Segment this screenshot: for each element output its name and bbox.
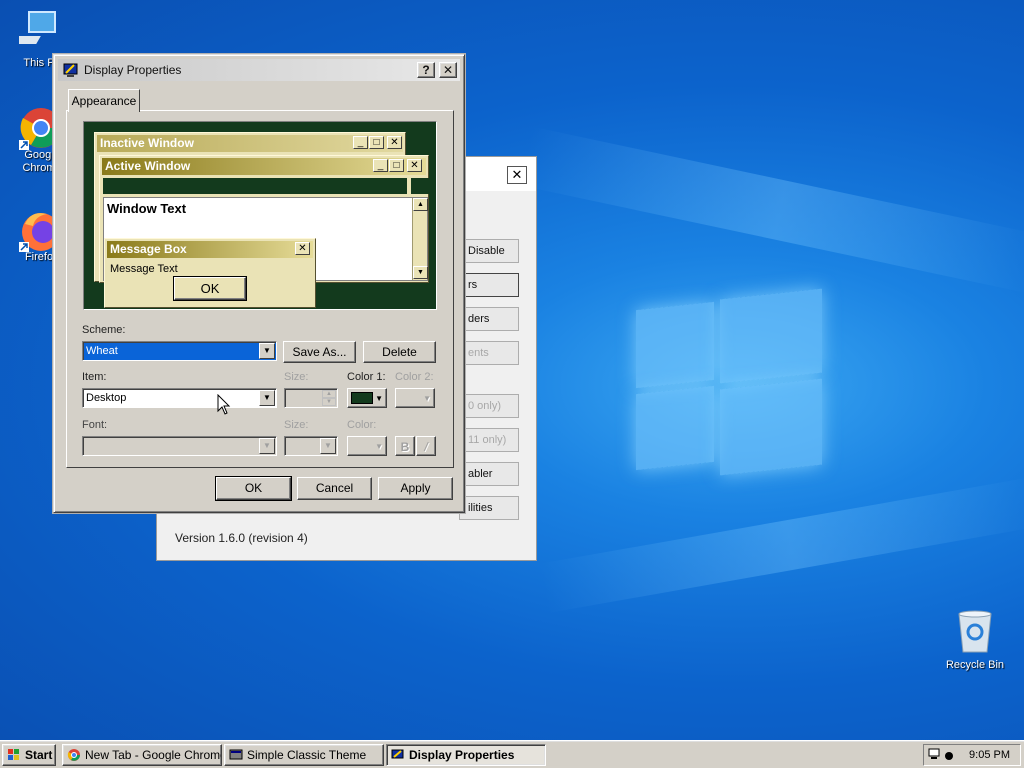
close-icon: ✕ — [407, 159, 422, 172]
tab-appearance[interactable]: Appearance — [68, 89, 140, 112]
font-color-label: Color: — [347, 419, 377, 431]
color1-label: Color 1: — [347, 371, 386, 383]
taskbar-item-chrome[interactable]: New Tab - Google Chrome — [62, 744, 222, 766]
mouse-cursor-icon — [217, 394, 231, 415]
font-color-button: ▼ — [347, 436, 387, 456]
color2-label: Color 2: — [395, 371, 434, 383]
version-text: Version 1.6.0 (revision 4) — [175, 531, 308, 545]
recycle-bin-icon — [958, 610, 992, 653]
chrome-icon — [67, 749, 80, 761]
bg-button-colors[interactable]: rs — [459, 273, 519, 297]
bg-button-disable[interactable]: Disable — [459, 239, 519, 263]
chevron-down-icon[interactable]: ▼ — [259, 390, 275, 406]
cancel-button[interactable]: Cancel — [297, 477, 372, 500]
taskbar-item-label: Display Properties — [409, 748, 515, 762]
taskbar: Start New Tab - Google Chrome Simple Cla… — [0, 740, 1024, 768]
spin-down-icon: ▼ — [322, 398, 336, 406]
bg-button-win11-only: 11 only) — [459, 428, 519, 452]
font-select: ▼ — [82, 436, 277, 456]
chevron-down-icon: ▼ — [259, 438, 275, 454]
scheme-value: Wheat — [86, 345, 118, 357]
item-size-label: Size: — [284, 371, 309, 383]
maximize-icon: □ — [389, 159, 404, 172]
light-beam — [519, 126, 1024, 294]
windows-logo — [636, 288, 822, 480]
minimize-icon: _ — [353, 136, 368, 149]
chevron-down-icon: ▼ — [375, 394, 383, 403]
bg-button-win10-only: 0 only) — [459, 394, 519, 418]
bg-button-accents: ents — [459, 341, 519, 365]
preview-scrollbar: ▲ ▼ — [412, 198, 428, 280]
theme-icon — [229, 749, 243, 760]
chevron-down-icon: ▼ — [423, 394, 431, 403]
bg-button-utilities[interactable]: ilities — [459, 496, 519, 520]
scheme-select[interactable]: Wheat ▼ — [82, 341, 277, 361]
preview-window-text: Window Text — [107, 201, 187, 216]
help-button[interactable]: ? — [417, 62, 435, 78]
start-button[interactable]: Start — [2, 744, 56, 766]
color1-swatch — [351, 392, 373, 404]
font-size-label: Size: — [284, 419, 309, 431]
font-size-select: ▼ — [284, 436, 338, 456]
desktop-icon-recycle-bin[interactable]: Recycle Bin — [940, 608, 1010, 672]
appearance-panel: Inactive Window _ □ ✕ Active Window _ □ … — [66, 110, 454, 468]
close-icon: ✕ — [387, 136, 402, 149]
windows-flag-icon — [8, 749, 19, 760]
chevron-down-icon: ▼ — [375, 442, 383, 451]
italic-button: / — [416, 436, 436, 456]
start-label: Start — [25, 748, 53, 762]
preview-msgbox-text: Message Text — [110, 263, 178, 275]
display-properties-icon — [391, 749, 404, 759]
color2-button: ▼ — [395, 388, 435, 408]
maximize-icon: □ — [369, 136, 384, 149]
chevron-down-icon[interactable]: ▼ — [259, 343, 275, 359]
dialog-title: Display Properties — [84, 63, 182, 77]
light-beam — [539, 476, 1024, 614]
computer-icon — [10, 11, 56, 44]
item-value: Desktop — [86, 392, 127, 404]
minimize-icon: _ — [373, 159, 388, 172]
ok-button[interactable]: OK — [216, 477, 291, 500]
network-icon[interactable] — [928, 748, 954, 762]
delete-button[interactable]: Delete — [363, 341, 436, 363]
taskbar-item-label: Simple Classic Theme — [247, 748, 367, 762]
system-tray: 9:05 PM — [923, 744, 1021, 766]
spin-up-icon: ▲ — [322, 390, 336, 398]
bg-button-enabler[interactable]: abler — [459, 462, 519, 486]
preview-message-box: Message Box ✕ Message Text OK — [104, 238, 316, 308]
display-properties-dialog: Display Properties ? ✕ Appearance Inacti… — [53, 54, 465, 513]
preview-menubar-end — [411, 178, 429, 194]
color1-button[interactable]: ▼ — [347, 388, 387, 408]
item-size-spinner: ▲ ▼ — [284, 388, 338, 408]
taskbar-item-display-properties[interactable]: Display Properties — [386, 744, 546, 766]
bold-button: B — [395, 436, 415, 456]
preview-msgbox-title: Message Box — [107, 241, 313, 258]
scroll-up-icon: ▲ — [413, 198, 428, 211]
preview-menubar — [103, 178, 407, 194]
taskbar-item-simple-classic-theme[interactable]: Simple Classic Theme — [224, 744, 384, 766]
background-window-close-button[interactable]: ✕ — [507, 166, 527, 184]
scroll-down-icon: ▼ — [413, 266, 428, 279]
display-properties-icon — [63, 63, 78, 77]
dialog-titlebar: Display Properties ? ✕ — [58, 59, 460, 81]
apply-button[interactable]: Apply — [378, 477, 453, 500]
clock[interactable]: 9:05 PM — [969, 749, 1010, 761]
preview-ok-button: OK — [174, 277, 246, 300]
close-icon: ✕ — [295, 242, 310, 255]
bg-button-borders[interactable]: ders — [459, 307, 519, 331]
close-button[interactable]: ✕ — [439, 62, 457, 78]
item-select[interactable]: Desktop ▼ — [82, 388, 277, 408]
font-label: Font: — [82, 419, 108, 431]
scheme-label: Scheme: — [82, 324, 126, 336]
item-label: Item: — [82, 371, 107, 383]
save-as-button[interactable]: Save As... — [283, 341, 356, 363]
taskbar-item-label: New Tab - Google Chrome — [85, 748, 222, 762]
chevron-down-icon: ▼ — [320, 438, 336, 454]
scheme-preview: Inactive Window _ □ ✕ Active Window _ □ … — [83, 121, 437, 310]
